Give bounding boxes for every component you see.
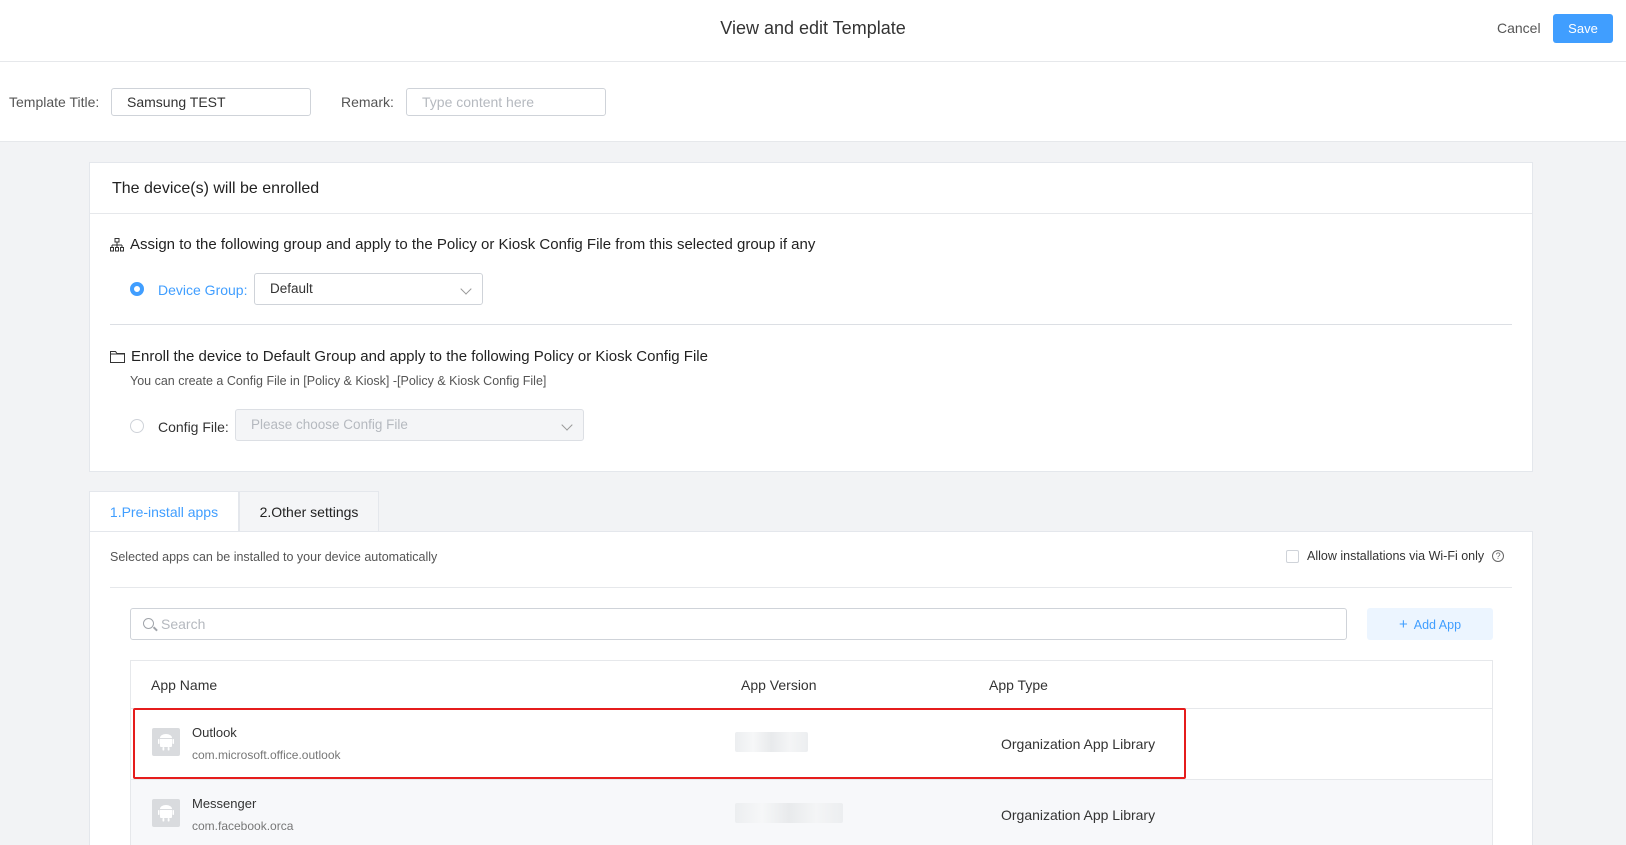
column-app-version: App Version (741, 677, 817, 693)
cancel-button[interactable]: Cancel (1497, 20, 1541, 36)
add-app-button[interactable]: + Add App (1367, 608, 1493, 640)
save-button[interactable]: Save (1553, 14, 1613, 43)
device-group-label: Device Group: (158, 282, 248, 298)
remark-input[interactable] (406, 88, 606, 116)
page-title: View and edit Template (720, 18, 906, 38)
app-version-redacted (735, 803, 843, 823)
config-file-placeholder: Please choose Config File (251, 417, 408, 432)
app-name: Messenger (192, 796, 257, 811)
assign-group-heading-text: Assign to the following group and apply … (130, 236, 816, 253)
enroll-section-title: The device(s) will be enrolled (112, 180, 320, 197)
table-row[interactable]: Messenger com.facebook.orca Organization… (131, 780, 1492, 845)
pre-install-apps-panel: Selected apps can be installed to your d… (89, 531, 1533, 845)
chevron-down-icon (561, 419, 573, 431)
template-title-input[interactable] (111, 88, 311, 116)
device-group-select[interactable]: Default (254, 273, 483, 305)
android-icon (152, 799, 180, 827)
enroll-section: The device(s) will be enrolled Assign to… (89, 162, 1533, 472)
app-version-redacted (735, 732, 808, 752)
org-tree-icon (110, 237, 124, 252)
table-header: App Name App Version App Type (131, 661, 1492, 709)
android-icon (152, 728, 180, 756)
app-name: Outlook (192, 725, 237, 740)
column-app-type: App Type (989, 677, 1048, 693)
folder-icon (110, 350, 125, 363)
tab-pre-install-apps[interactable]: 1.Pre-install apps (89, 491, 239, 532)
template-info-bar: Template Title: Remark: (0, 62, 1626, 142)
column-app-name: App Name (151, 677, 218, 693)
config-file-select[interactable]: Please choose Config File (235, 409, 584, 441)
wifi-only-checkbox[interactable] (1286, 549, 1299, 563)
table-row[interactable]: Outlook com.microsoft.office.outlook Org… (131, 709, 1492, 780)
config-file-radio[interactable] (130, 419, 144, 433)
remark-label: Remark: (341, 94, 394, 110)
default-group-heading-text: Enroll the device to Default Group and a… (131, 348, 708, 365)
chevron-down-icon (460, 283, 472, 295)
divider (110, 587, 1512, 588)
app-type: Organization App Library (1001, 807, 1156, 823)
page-header: View and edit Template Cancel Save (0, 0, 1626, 62)
tab-other-settings[interactable]: 2.Other settings (239, 491, 379, 532)
device-group-value: Default (270, 281, 313, 296)
app-package: com.facebook.orca (192, 819, 294, 833)
plus-icon: + (1398, 615, 1408, 633)
divider (110, 324, 1512, 325)
config-file-label: Config File: (158, 419, 229, 435)
app-search-box (130, 608, 1347, 640)
device-group-radio[interactable] (130, 282, 144, 296)
config-file-hint: You can create a Config File in [Policy … (130, 374, 547, 388)
wifi-only-option: Allow installations via Wi-Fi only ? (1286, 549, 1505, 563)
wifi-only-label: Allow installations via Wi-Fi only (1307, 549, 1485, 563)
app-package: com.microsoft.office.outlook (192, 748, 341, 762)
help-icon[interactable]: ? (1492, 550, 1505, 562)
app-search-input[interactable] (161, 609, 1341, 639)
apps-description: Selected apps can be installed to your d… (110, 550, 438, 564)
assign-group-heading: Assign to the following group and apply … (110, 236, 815, 253)
default-group-heading: Enroll the device to Default Group and a… (110, 348, 708, 365)
template-title-label: Template Title: (9, 94, 100, 110)
app-type: Organization App Library (1001, 736, 1156, 752)
add-app-label: Add App (1413, 617, 1462, 632)
apps-table: App Name App Version App Type Outlook co… (130, 660, 1493, 845)
search-icon (143, 618, 154, 629)
divider (90, 213, 1532, 214)
